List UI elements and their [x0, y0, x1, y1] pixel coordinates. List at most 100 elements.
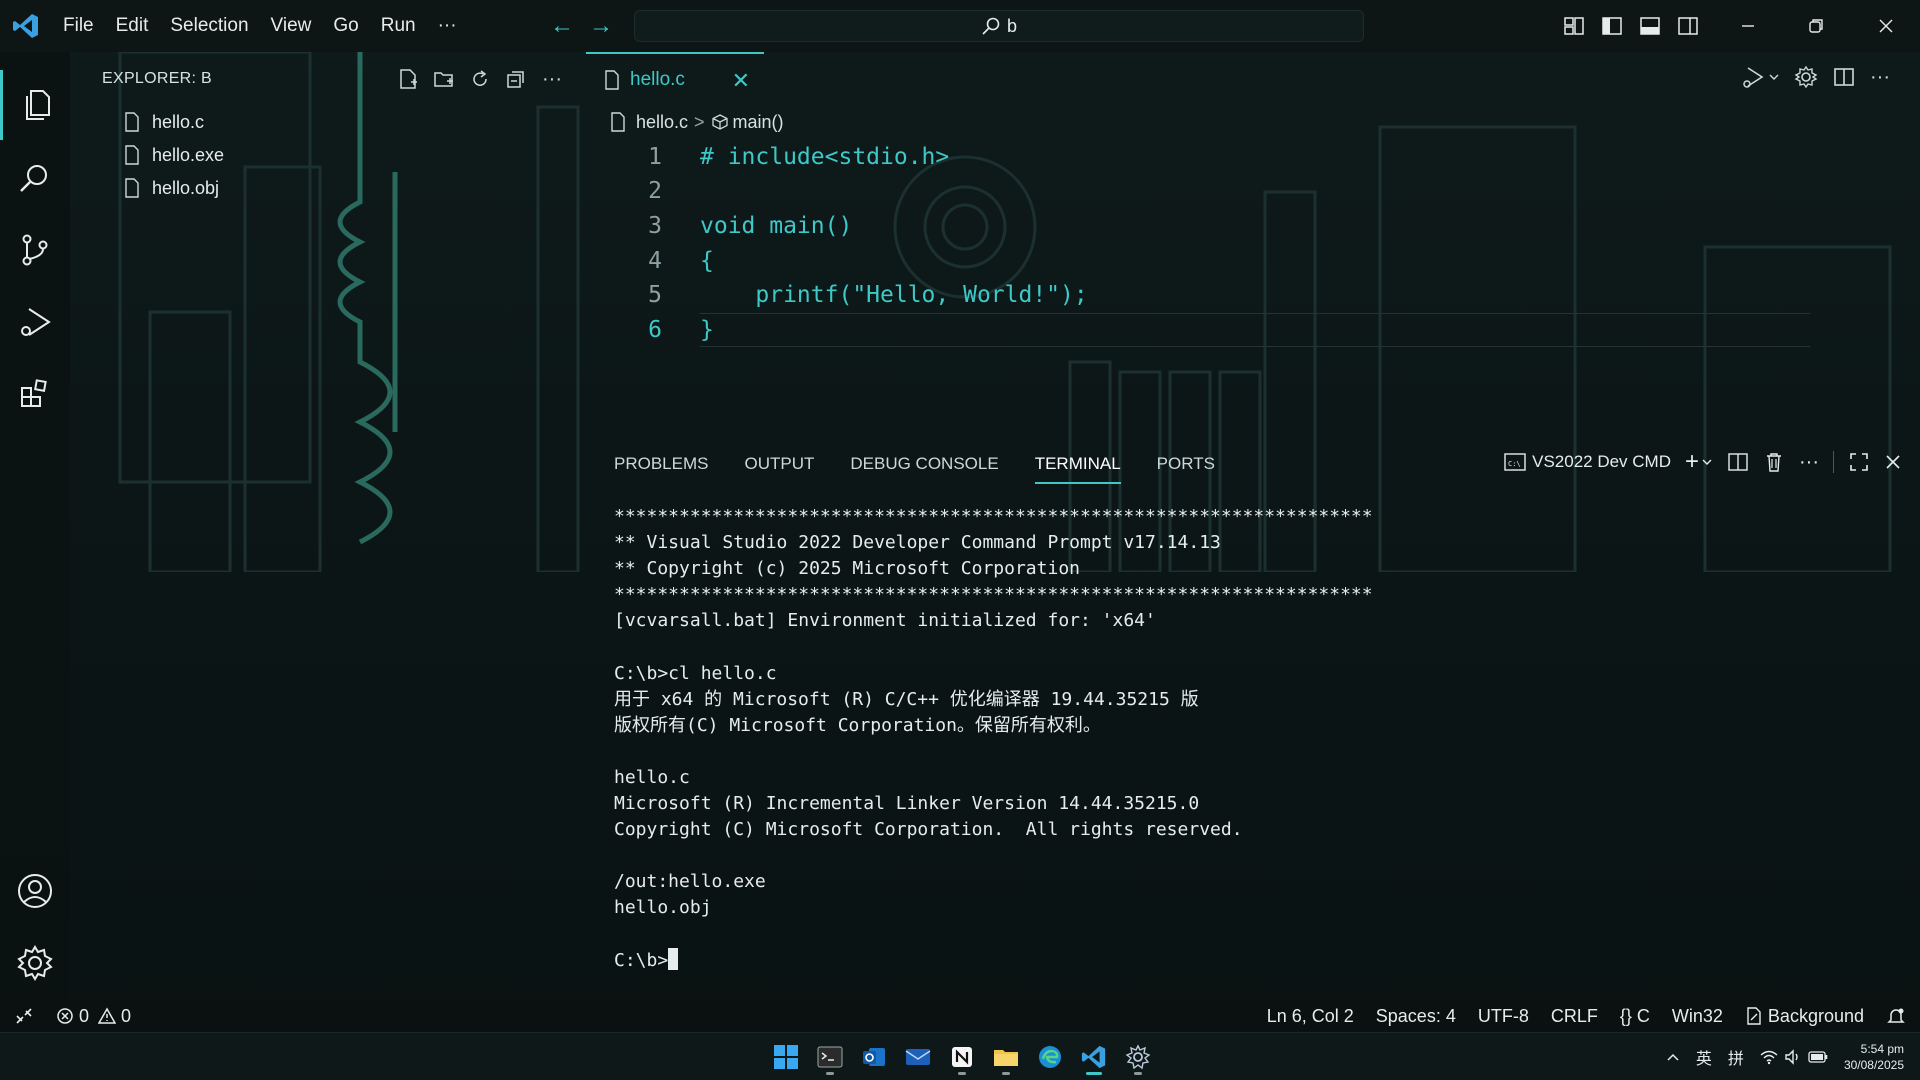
more-actions-icon[interactable]: ···: [1799, 451, 1819, 474]
file-item-hello-c[interactable]: hello.c: [124, 106, 204, 138]
panel-tabs: PROBLEMS OUTPUT DEBUG CONSOLE TERMINAL P…: [614, 450, 1233, 484]
minimize-icon: [1742, 25, 1754, 27]
run-debug-dropdown-icon[interactable]: [1740, 64, 1766, 90]
toggle-primary-sidebar-icon[interactable]: [1600, 14, 1624, 38]
menu-file[interactable]: File: [52, 15, 105, 37]
more-actions-icon[interactable]: ···: [539, 66, 565, 92]
terminal-line: ** Visual Studio 2022 Developer Command …: [614, 532, 1221, 554]
start-button[interactable]: [768, 1037, 804, 1077]
file-item-hello-obj[interactable]: hello.obj: [124, 172, 219, 204]
tab-output[interactable]: OUTPUT: [726, 450, 832, 484]
file-item-hello-exe[interactable]: hello.exe: [124, 139, 224, 171]
clock[interactable]: 5:54 pm 30/08/2025: [1844, 1041, 1904, 1073]
taskbar-edge[interactable]: [1032, 1037, 1068, 1077]
collapse-all-icon[interactable]: [503, 66, 529, 92]
background-status[interactable]: Background: [1745, 1006, 1864, 1027]
notifications[interactable]: [1886, 1006, 1906, 1026]
terminal-selector[interactable]: C:\ VS2022 Dev CMD: [1504, 452, 1671, 472]
new-terminal-icon[interactable]: +: [1685, 448, 1699, 476]
tray-status-icons[interactable]: [1760, 1049, 1828, 1065]
tab-close-icon[interactable]: ✕: [732, 68, 750, 94]
maximize-panel-icon[interactable]: [1848, 451, 1870, 473]
menu-more[interactable]: ···: [427, 15, 468, 37]
chevron-up-icon[interactable]: [1666, 1050, 1680, 1064]
activity-accounts[interactable]: [0, 856, 70, 926]
chevron-down-icon[interactable]: [1701, 456, 1713, 468]
taskbar-mail[interactable]: [900, 1037, 936, 1077]
account-icon: [18, 874, 52, 908]
menu-view[interactable]: View: [260, 15, 323, 37]
editor-tab-bar: hello.c ✕ ···: [586, 52, 1920, 106]
file-icon: [125, 178, 139, 198]
gear-icon[interactable]: [1794, 65, 1818, 89]
status-left: 0 0: [14, 1000, 131, 1032]
gear-icon: [17, 945, 53, 981]
terminal-output[interactable]: ****************************************…: [614, 504, 1904, 974]
chevron-down-icon[interactable]: [1768, 71, 1780, 83]
breadcrumb-symbol[interactable]: main(): [733, 112, 784, 133]
cursor-position[interactable]: Ln 6, Col 2: [1267, 1006, 1354, 1027]
menu-selection[interactable]: Selection: [159, 15, 259, 37]
close-panel-icon[interactable]: [1884, 453, 1902, 471]
nav-back-icon[interactable]: ←: [548, 12, 576, 40]
menu-go[interactable]: Go: [322, 15, 369, 37]
terminal-line: hello.c: [614, 766, 690, 788]
taskbar-settings-app[interactable]: [1120, 1037, 1156, 1077]
nav-forward-icon[interactable]: →: [587, 12, 615, 40]
status-right: Ln 6, Col 2 Spaces: 4 UTF-8 CRLF {} C Wi…: [1267, 1000, 1906, 1032]
ime-mode[interactable]: 拼: [1728, 1045, 1744, 1069]
activity-search[interactable]: [0, 144, 70, 214]
minimize-button[interactable]: [1716, 0, 1780, 52]
indentation[interactable]: Spaces: 4: [1376, 1006, 1456, 1027]
tab-terminal[interactable]: TERMINAL: [1034, 450, 1121, 484]
folder-icon: [994, 1050, 1018, 1066]
terminal-line: Copyright (C) Microsoft Corporation. All…: [614, 819, 1243, 841]
tab-ports[interactable]: PORTS: [1139, 450, 1233, 484]
encoding[interactable]: UTF-8: [1478, 1006, 1529, 1027]
taskbar-file-explorer[interactable]: [988, 1037, 1024, 1077]
menu-run[interactable]: Run: [370, 15, 427, 37]
remote-indicator[interactable]: [14, 1006, 34, 1026]
taskbar-terminal[interactable]: [812, 1037, 848, 1077]
end-of-line[interactable]: CRLF: [1551, 1006, 1598, 1027]
refresh-icon[interactable]: [467, 66, 493, 92]
menu-edit[interactable]: Edit: [105, 15, 160, 37]
terminal-line: [vcvarsall.bat] Environment initialized …: [614, 610, 1156, 632]
language-mode[interactable]: {} C: [1620, 1006, 1650, 1027]
restore-button[interactable]: [1784, 0, 1848, 52]
tab-problems[interactable]: PROBLEMS: [614, 450, 726, 484]
customize-layout-icon[interactable]: [1562, 14, 1586, 38]
activity-source-control[interactable]: [0, 215, 70, 285]
volume-icon: [1785, 1049, 1798, 1065]
split-editor-icon[interactable]: [1832, 65, 1856, 89]
tab-debug-console[interactable]: DEBUG CONSOLE: [832, 450, 1016, 484]
toggle-panel-icon[interactable]: [1638, 14, 1662, 38]
terminal-prompt-line[interactable]: C:\b>: [614, 947, 1904, 974]
command-center-search[interactable]: b: [634, 10, 1364, 42]
taskbar-outlook[interactable]: [856, 1037, 892, 1077]
vscode-logo-icon[interactable]: [12, 12, 40, 40]
code-editor[interactable]: 1 # include<stdio.h> 2 3 void main() 4 {…: [586, 140, 1920, 350]
title-bar: File Edit Selection View Go Run ··· ← → …: [0, 0, 1920, 52]
ime-language[interactable]: 英: [1696, 1045, 1712, 1069]
line-text: # include<stdio.h>: [700, 144, 950, 170]
breadcrumb-file[interactable]: hello.c: [636, 112, 688, 133]
taskbar-vscode[interactable]: [1076, 1037, 1112, 1077]
split-terminal-icon[interactable]: [1727, 451, 1749, 473]
trash-icon[interactable]: [1763, 451, 1785, 473]
activity-manage[interactable]: [0, 928, 70, 998]
problems-indicator[interactable]: 0 0: [56, 1006, 131, 1027]
activity-explorer[interactable]: [0, 70, 70, 140]
toggle-secondary-sidebar-icon[interactable]: [1676, 14, 1700, 38]
close-window-button[interactable]: [1854, 0, 1918, 52]
tab-hello-c[interactable]: hello.c ✕: [586, 52, 764, 106]
explorer-title: EXPLORER: B: [102, 70, 213, 87]
activity-extensions[interactable]: [0, 358, 70, 428]
activity-run-debug[interactable]: [0, 287, 70, 357]
taskbar-notion[interactable]: [944, 1037, 980, 1077]
more-actions-icon[interactable]: ···: [1870, 66, 1890, 89]
settings-app-icon: [1125, 1044, 1151, 1070]
new-file-icon[interactable]: [395, 66, 421, 92]
platform[interactable]: Win32: [1672, 1006, 1723, 1027]
new-folder-icon[interactable]: [431, 66, 457, 92]
